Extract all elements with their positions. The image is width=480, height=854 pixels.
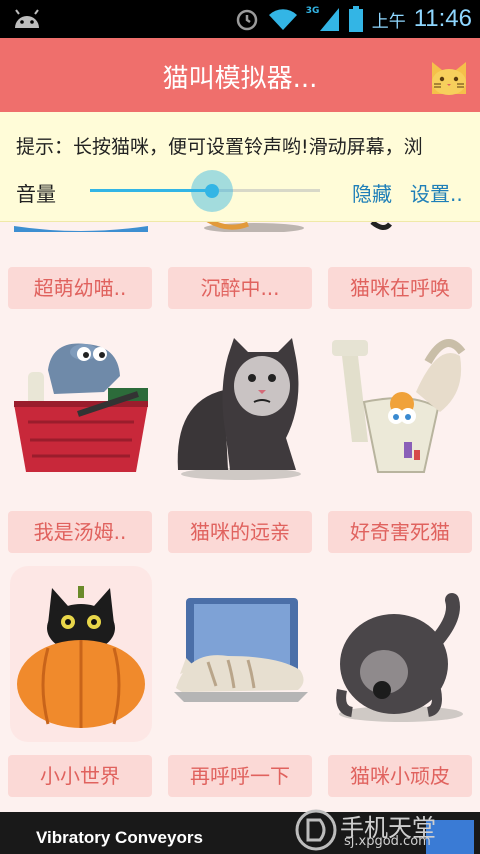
cat-label-7[interactable]: 小小世界 — [8, 755, 152, 797]
alarm-icon — [236, 9, 257, 31]
cat-in-toilet-icon[interactable] — [328, 332, 474, 482]
cat-grid: 超萌幼喵.. 沉醉中... 猫咪在呼唤 我是汤姆.. 猫咪的远亲 好奇害死猫 小… — [0, 222, 480, 812]
hide-button[interactable]: 隐藏 — [352, 178, 392, 207]
cat-label-4[interactable]: 我是汤姆.. — [8, 511, 152, 553]
hint-text: 提示：长按猫咪，便可设置铃声哟!滑动屏幕，浏 — [16, 136, 423, 158]
android-icon — [15, 9, 39, 28]
cat-label-1[interactable]: 超萌幼喵.. — [8, 267, 152, 309]
kitten-icon[interactable] — [8, 222, 154, 232]
volume-label: 音量 — [16, 182, 56, 206]
battery-icon — [348, 6, 363, 32]
cat-label-3[interactable]: 猫咪在呼唤 — [328, 267, 472, 309]
cat-label-2[interactable]: 沉醉中... — [168, 267, 312, 309]
settings-button[interactable]: 设置.. — [410, 178, 463, 207]
cat-in-basket-icon[interactable] — [8, 332, 154, 482]
status-bar: 3G 上午 11:46 — [0, 0, 480, 38]
calling-cat-icon[interactable] — [328, 222, 474, 232]
cat-on-laptop-icon[interactable] — [168, 590, 314, 740]
network-type: 3G — [305, 6, 320, 16]
cat-label-9[interactable]: 猫咪小顽皮 — [328, 755, 472, 797]
watermark-url: sj.xpgod.com — [344, 834, 431, 849]
app-title: 猫叫模拟器... — [162, 64, 318, 94]
volume-slider[interactable] — [90, 170, 320, 212]
grumpy-cat-icon[interactable] — [168, 332, 314, 482]
cat-behind-icon[interactable] — [328, 590, 474, 740]
watermark-logo-icon — [295, 809, 337, 851]
cat-face-icon[interactable] — [428, 54, 470, 96]
clock: 11:46 — [413, 5, 472, 32]
watermark: 手机天堂 sj.xpgod.com — [294, 806, 474, 854]
ad-text[interactable]: Vibratory Conveyors — [36, 828, 203, 848]
title-bar: 猫叫模拟器... — [0, 38, 480, 112]
signal-icon: 3G — [306, 6, 340, 32]
cat-in-pumpkin-icon[interactable] — [8, 564, 154, 744]
cat-label-8[interactable]: 再呼呼一下 — [168, 755, 312, 797]
cat-label-6[interactable]: 好奇害死猫 — [328, 511, 472, 553]
wifi-icon — [268, 9, 297, 30]
drunk-cat-icon[interactable] — [168, 222, 314, 232]
slider-thumb[interactable] — [204, 184, 219, 198]
am-pm-label: 上午 — [371, 11, 406, 32]
hint-panel: 提示：长按猫咪，便可设置铃声哟!滑动屏幕，浏 音量 隐藏 设置.. — [0, 112, 480, 222]
cat-label-5[interactable]: 猫咪的远亲 — [168, 511, 312, 553]
